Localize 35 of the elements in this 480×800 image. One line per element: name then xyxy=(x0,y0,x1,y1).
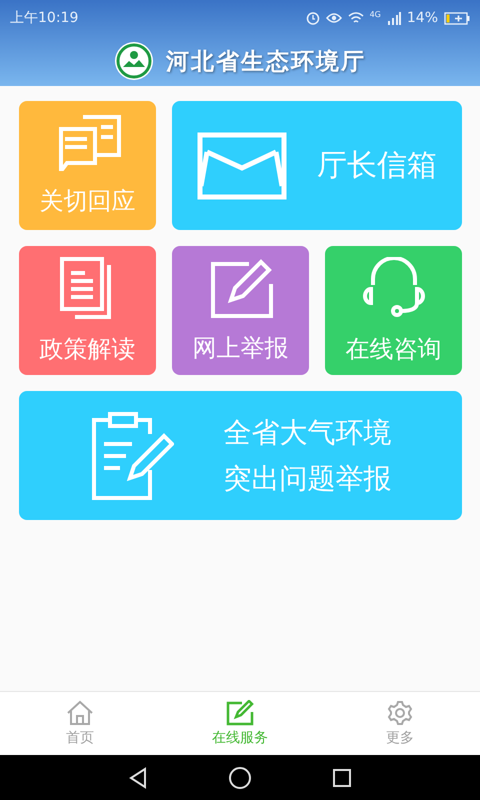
network-type: 4G xyxy=(370,10,381,19)
tile-label: 厅长信箱 xyxy=(317,147,437,185)
wifi-icon xyxy=(348,12,364,24)
battery-percent: 14% xyxy=(406,10,438,26)
app-title: 河北省生态环境厅 xyxy=(166,48,366,76)
settings-icon xyxy=(386,700,414,726)
menu-tile[interactable]: 关切回应 xyxy=(19,101,156,230)
home-button-icon[interactable] xyxy=(228,766,252,790)
menu-tile[interactable]: 厅长信箱 xyxy=(172,101,462,230)
back-icon[interactable] xyxy=(128,766,148,788)
eye-icon xyxy=(326,12,342,24)
nav-tab[interactable]: 在线服务 xyxy=(160,692,320,755)
tile-label: 网上举报 xyxy=(192,332,288,364)
signal-icon xyxy=(386,11,401,25)
status-time: 上午10:19 xyxy=(10,9,78,27)
nav-tab[interactable]: 首页 xyxy=(0,692,160,755)
pencil-square-icon xyxy=(208,258,272,318)
alarm-icon xyxy=(306,11,320,25)
home-icon xyxy=(66,700,94,726)
battery-icon xyxy=(444,12,470,24)
tile-label: 全省大气环境 xyxy=(224,414,392,450)
envelope-icon xyxy=(197,132,287,200)
clipboard-pencil-icon xyxy=(90,410,174,502)
nav-tab[interactable]: 更多 xyxy=(320,692,480,755)
headset-icon xyxy=(360,256,426,318)
recents-icon[interactable] xyxy=(332,768,352,788)
menu-tile[interactable]: 政策解读 xyxy=(19,246,156,375)
menu-tile[interactable]: 全省大气环境 突出问题举报 xyxy=(19,391,462,520)
tile-label: 在线咨询 xyxy=(346,334,442,364)
menu-tile[interactable]: 在线咨询 xyxy=(325,246,462,375)
menu-tile[interactable]: 网上举报 xyxy=(172,246,309,375)
tile-label: 关切回应 xyxy=(40,186,136,216)
tile-label: 突出问题举报 xyxy=(224,460,392,496)
tile-label: 政策解读 xyxy=(40,334,136,364)
emblem-logo xyxy=(114,41,154,81)
